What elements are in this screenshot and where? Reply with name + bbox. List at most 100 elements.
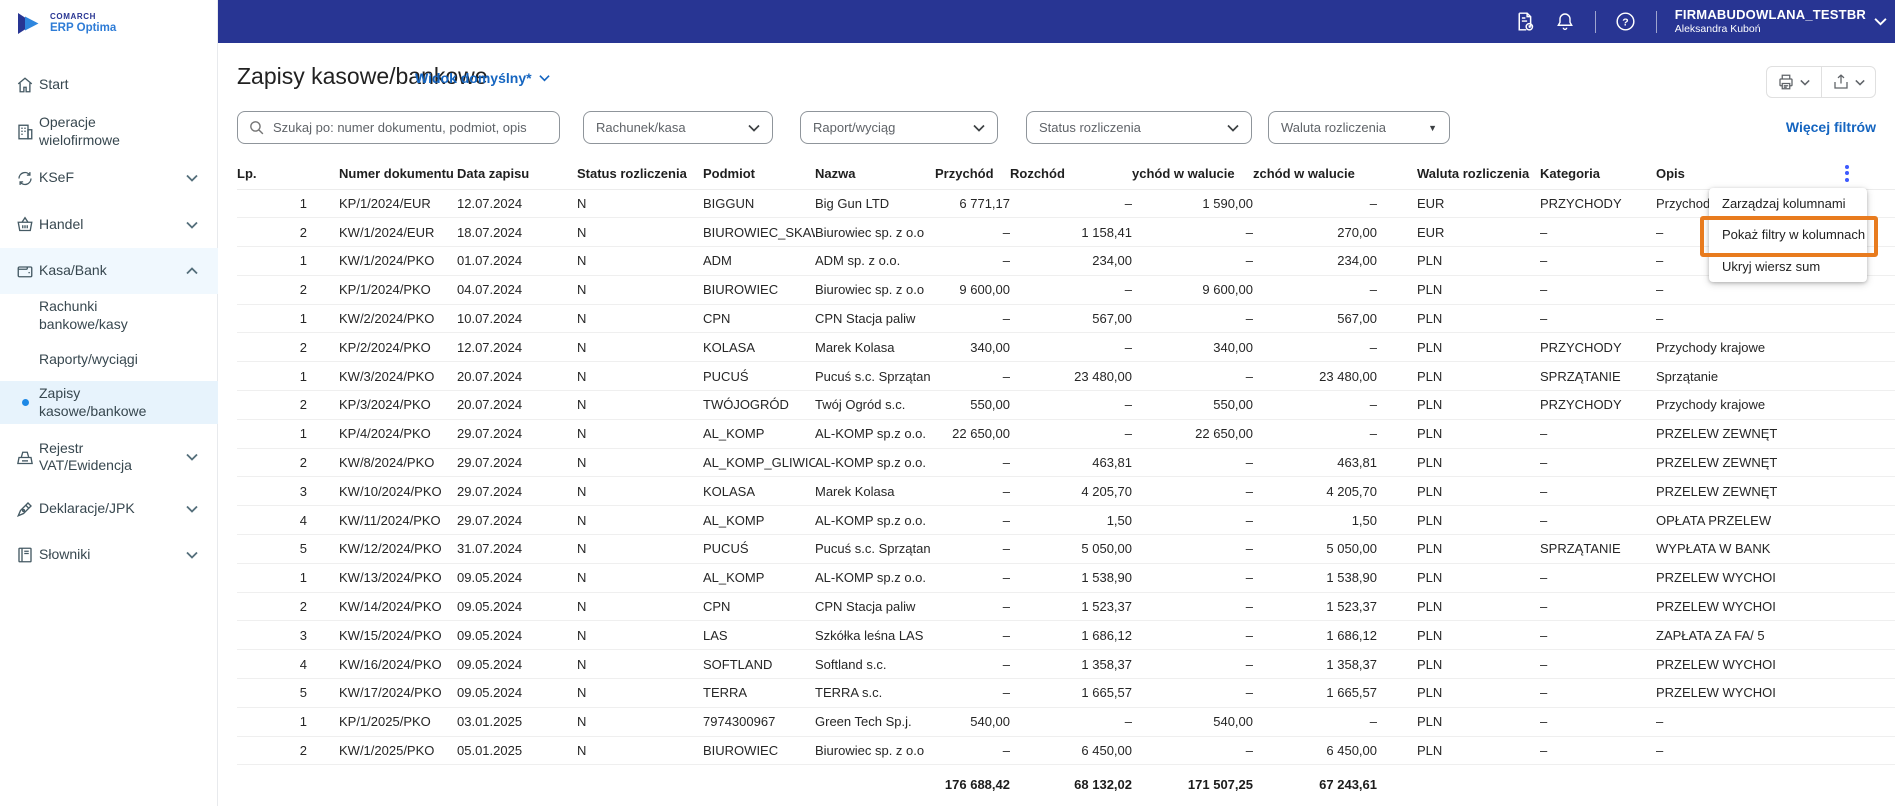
table-row[interactable]: 2 KP/1/2024/PKO 04.07.2024 N BIUROWIEC Biurow…: [237, 275, 1895, 305]
column-header-opis[interactable]: Opis: [1656, 159, 1895, 190]
cell-numer_dokumentu[interactable]: KW/10/2024/PKO: [307, 476, 457, 507]
sidebar-item-start[interactable]: Start: [0, 61, 218, 108]
cell-numer_dokumentu[interactable]: KW/15/2024/PKO: [307, 620, 457, 651]
table-row[interactable]: 1 KP/1/2024/EUR 12.07.2024 N BIGGUN Big Gun L…: [237, 189, 1895, 219]
cell-data_zapisu: 10.07.2024: [457, 304, 577, 334]
cell-numer_dokumentu[interactable]: KP/1/2024/EUR: [307, 189, 457, 219]
table-row[interactable]: 2 KW/8/2024/PKO 29.07.2024 N AL_KOMP_GLIWICI…: [237, 448, 1895, 478]
table-row[interactable]: 1 KW/3/2024/PKO 20.07.2024 N PUCUŚ Pucuś s.c.…: [237, 361, 1895, 392]
cell-rozchod: 567,00: [1010, 304, 1132, 334]
help-icon[interactable]: ?: [1615, 11, 1637, 33]
sidebar-item-rachunki-bankowe-kasy[interactable]: Rachunki bankowe/kasy: [0, 294, 218, 337]
cell-rozchod: 6 450,00: [1010, 736, 1132, 766]
column-header-kategoria[interactable]: Kategoria: [1540, 159, 1656, 190]
menu-item-hide-sum-row[interactable]: Ukryj wiersz sum: [1709, 251, 1867, 282]
cell-data_zapisu: 29.07.2024: [457, 448, 577, 478]
sidebar-item-operacje-wielofirmowe[interactable]: Operacje wielofirmowe: [0, 108, 218, 155]
notifications-bell-icon[interactable]: [1554, 11, 1576, 33]
cell-numer_dokumentu[interactable]: KW/3/2024/PKO: [307, 361, 457, 392]
table-row[interactable]: 1 KW/2/2024/PKO 10.07.2024 N CPN CPN Stacja p…: [237, 304, 1895, 334]
column-header-podmiot[interactable]: Podmiot: [703, 159, 815, 190]
column-header-lp[interactable]: Lp.: [237, 159, 307, 190]
menu-item-manage-columns[interactable]: Zarządzaj kolumnami: [1709, 188, 1867, 219]
table-row[interactable]: 1 KP/4/2024/PKO 29.07.2024 N AL_KOMP AL-KOMP …: [237, 419, 1895, 449]
user-name: Aleksandra Kuboń: [1674, 23, 1761, 35]
cell-numer_dokumentu[interactable]: KW/1/2024/EUR: [307, 217, 457, 248]
cell-numer_dokumentu[interactable]: KW/8/2024/PKO: [307, 448, 457, 478]
cell-numer_dokumentu[interactable]: KW/2/2024/PKO: [307, 304, 457, 334]
table-row[interactable]: 2 KW/1/2024/EUR 18.07.2024 N BIUROWIEC_SKAW B…: [237, 217, 1895, 248]
column-header-status_rozliczenia[interactable]: Status rozliczenia: [577, 159, 703, 190]
cell-waluta_rozliczenia: PLN: [1377, 736, 1540, 766]
document-report-icon[interactable]: [1514, 11, 1536, 33]
cell-numer_dokumentu[interactable]: KW/12/2024/PKO: [307, 534, 457, 564]
sidebar-item-rejestr-vat-ewidencja[interactable]: Rejestr VAT/Ewidencja: [0, 429, 218, 485]
column-header-numer_dokumentu[interactable]: Numer dokumentu: [307, 159, 457, 190]
sidebar-item-deklaracje-jpk[interactable]: Deklaracje/JPK: [0, 486, 218, 532]
cell-numer_dokumentu[interactable]: KW/17/2024/PKO: [307, 678, 457, 708]
cell-podmiot: AL_KOMP: [703, 563, 815, 593]
column-header-rozchod_w_walucie[interactable]: zchód w walucie: [1253, 159, 1377, 190]
view-selector[interactable]: Widok domyślny*: [415, 70, 550, 86]
filter-raport-wyciag[interactable]: Raport/wyciąg: [800, 111, 998, 144]
cell-numer_dokumentu[interactable]: KP/3/2024/PKO: [307, 390, 457, 420]
table-row[interactable]: 2 KW/14/2024/PKO 09.05.2024 N CPN CPN Stacja …: [237, 592, 1895, 622]
table-row[interactable]: 3 KW/10/2024/PKO 29.07.2024 N KOLASA Marek Ko…: [237, 476, 1895, 507]
cell-numer_dokumentu[interactable]: KW/1/2024/PKO: [307, 246, 457, 276]
column-header-przychod_w_walucie[interactable]: ychód w walucie: [1132, 159, 1253, 190]
cell-numer_dokumentu[interactable]: KP/2/2024/PKO: [307, 332, 457, 363]
print-button[interactable]: [1767, 67, 1821, 97]
cell-numer_dokumentu[interactable]: KP/1/2024/PKO: [307, 275, 457, 305]
cell-numer_dokumentu[interactable]: KW/11/2024/PKO: [307, 505, 457, 536]
cell-lp: 2: [237, 390, 307, 420]
search-box: [237, 111, 560, 144]
filter-status-rozliczenia[interactable]: Status rozliczenia: [1026, 111, 1252, 144]
filter-rachunek-kasa[interactable]: Rachunek/kasa: [583, 111, 773, 144]
cell-numer_dokumentu[interactable]: KW/13/2024/PKO: [307, 563, 457, 593]
sidebar-item-handel[interactable]: Handel: [0, 201, 218, 248]
table-row[interactable]: 2 KP/3/2024/PKO 20.07.2024 N TWÓJOGRÓD Twój O…: [237, 390, 1895, 420]
table-row[interactable]: 1 KW/1/2024/PKO 01.07.2024 N ADM ADM sp. z o.…: [237, 246, 1895, 276]
total-empty: [307, 765, 457, 803]
table-row[interactable]: 4 KW/11/2024/PKO 29.07.2024 N AL_KOMP AL-KOMP…: [237, 505, 1895, 536]
menu-item-show-filters-in-columns[interactable]: Pokaż filtry w kolumnach: [1709, 219, 1867, 250]
cell-waluta_rozliczenia: PLN: [1377, 476, 1540, 507]
column-menu-button[interactable]: [1839, 160, 1855, 186]
search-input[interactable]: [273, 120, 549, 135]
sidebar-item-raporty-wyciagi[interactable]: Raporty/wyciągi: [0, 338, 218, 381]
table-row[interactable]: 1 KP/1/2025/PKO 03.01.2025 N 7974300967 Green…: [237, 707, 1895, 737]
table-row[interactable]: 2 KP/2/2024/PKO 12.07.2024 N KOLASA Marek Kol…: [237, 332, 1895, 363]
export-button[interactable]: [1822, 67, 1876, 97]
table-row[interactable]: 5 KW/12/2024/PKO 31.07.2024 N PUCUŚ Pucuś s.c…: [237, 534, 1895, 564]
table-row[interactable]: 2 KW/1/2025/PKO 05.01.2025 N BIUROWIEC Biurow…: [237, 736, 1895, 766]
cell-nazwa: AL-KOMP sp.z o.o.: [815, 448, 935, 478]
company-selector[interactable]: FIRMABUDOWLANA_TESTBR Aleksandra Kuboń: [1675, 7, 1866, 35]
cell-lp: 1: [237, 189, 307, 219]
table-row[interactable]: 4 KW/16/2024/PKO 09.05.2024 N SOFTLAND Softla…: [237, 649, 1895, 680]
column-header-waluta_rozliczenia[interactable]: Waluta rozliczenia: [1377, 159, 1540, 190]
table-row[interactable]: 1 KW/13/2024/PKO 09.05.2024 N AL_KOMP AL-KOMP…: [237, 563, 1895, 593]
column-header-rozchod[interactable]: Rozchód: [1010, 159, 1132, 190]
table-row[interactable]: 3 KW/15/2024/PKO 09.05.2024 N LAS Szkółka leś…: [237, 620, 1895, 651]
sidebar-item-label: Słowniki: [39, 546, 91, 563]
cell-przychod_w_walucie: –: [1132, 620, 1253, 651]
sidebar-item-kasa-bank[interactable]: Kasa/Bank: [0, 248, 218, 294]
cell-numer_dokumentu[interactable]: KP/4/2024/PKO: [307, 419, 457, 449]
column-header-nazwa[interactable]: Nazwa: [815, 159, 935, 190]
sidebar-item-ksef[interactable]: KSeF: [0, 155, 218, 201]
filter-waluta-rozliczenia[interactable]: Waluta rozliczenia ▼: [1268, 111, 1450, 144]
pen-nib-icon: [16, 500, 34, 518]
more-filters-link[interactable]: Więcej filtrów: [1786, 119, 1876, 135]
table-row[interactable]: 5 KW/17/2024/PKO 09.05.2024 N TERRA TERRA s.c…: [237, 678, 1895, 708]
cell-numer_dokumentu[interactable]: KW/1/2025/PKO: [307, 736, 457, 766]
column-header-przychod[interactable]: Przychód: [935, 159, 1010, 190]
column-header-data_zapisu[interactable]: Data zapisu: [457, 159, 577, 190]
sidebar-item-zapisy-kasowe-bankowe[interactable]: Zapisy kasowe/bankowe: [0, 381, 218, 424]
cell-numer_dokumentu[interactable]: KW/16/2024/PKO: [307, 649, 457, 680]
cell-kategoria: SPRZĄTANIE: [1540, 361, 1656, 392]
cell-numer_dokumentu[interactable]: KP/1/2025/PKO: [307, 707, 457, 737]
cell-podmiot: PUCUŚ: [703, 361, 815, 392]
cell-numer_dokumentu[interactable]: KW/14/2024/PKO: [307, 592, 457, 622]
chevron-down-icon[interactable]: [1874, 17, 1887, 26]
sidebar-item-slowniki[interactable]: Słowniki: [0, 532, 218, 578]
